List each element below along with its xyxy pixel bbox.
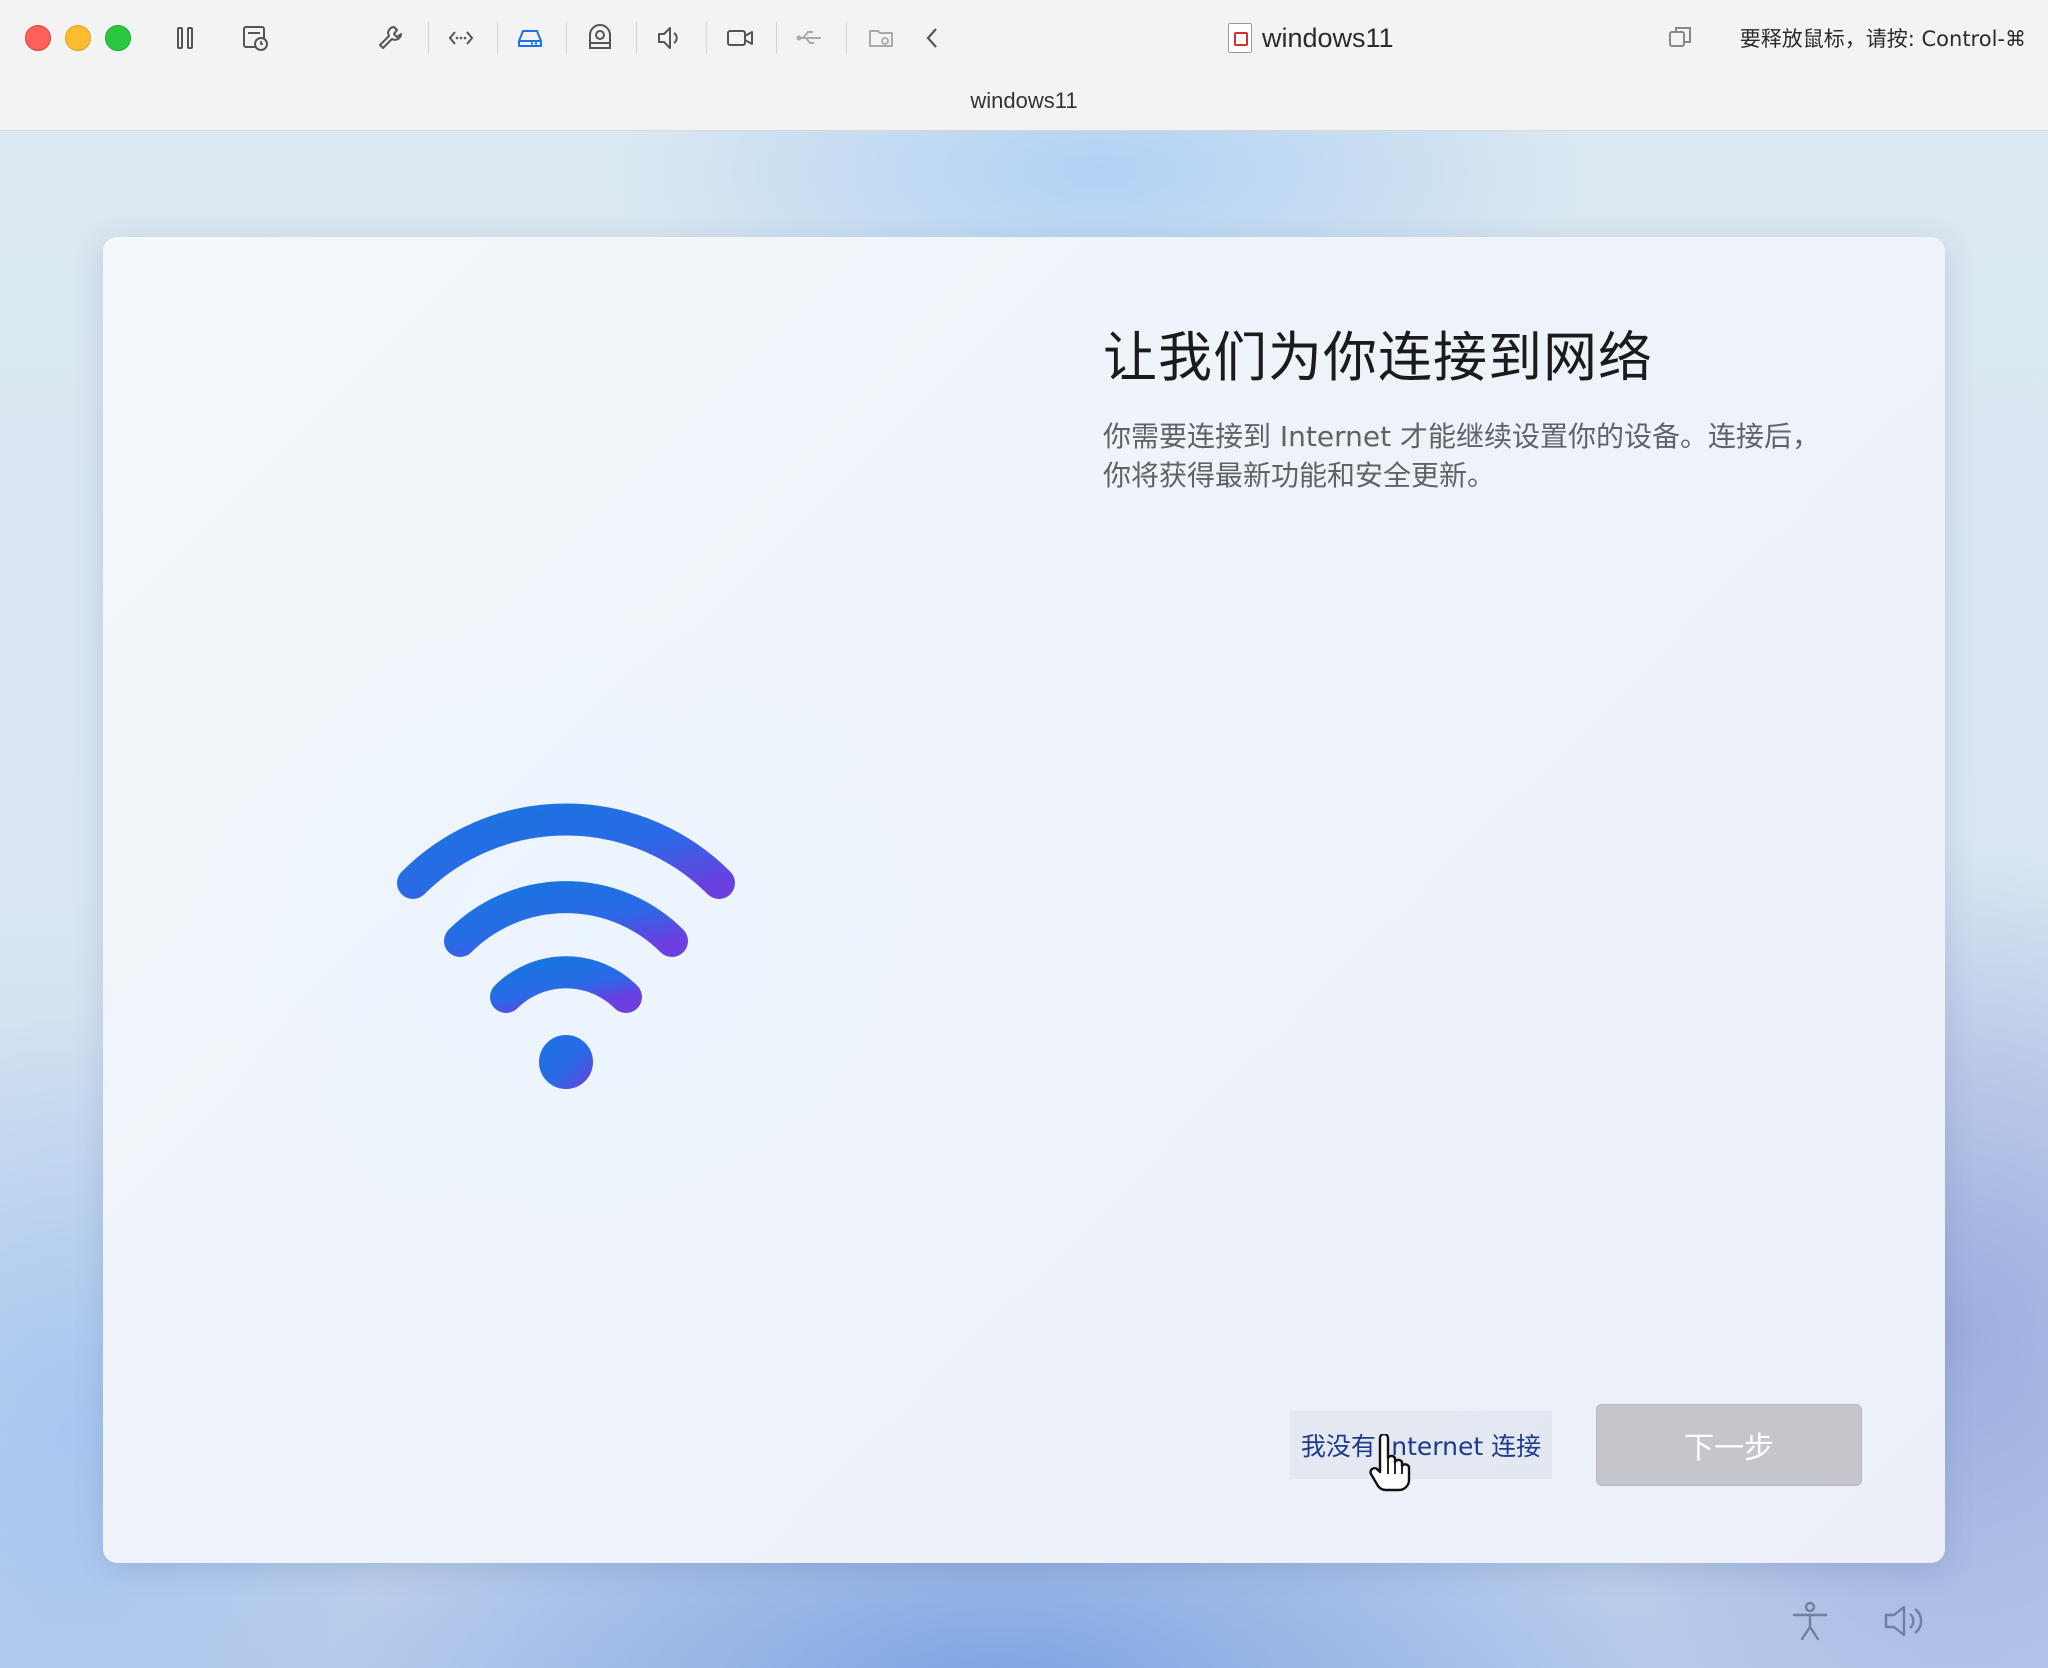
window-copy-icon[interactable]	[1666, 24, 1694, 52]
chevron-left-icon[interactable]	[913, 18, 953, 58]
accessibility-icon[interactable]	[1788, 1599, 1832, 1643]
document-icon	[1228, 23, 1252, 53]
toolbar-separator	[776, 22, 777, 54]
window-title: windows11	[1228, 18, 1394, 58]
toolbar-separator	[566, 22, 567, 54]
vm-screen[interactable]: 让我们为你连接到网络 你需要连接到 Internet 才能继续设置你的设备。连接…	[0, 131, 2048, 1668]
oobe-dialog: 让我们为你连接到网络 你需要连接到 Internet 才能继续设置你的设备。连接…	[103, 237, 1945, 1563]
toolbar-separator	[497, 22, 498, 54]
titlebar: windows11 要释放鼠标，请按: Control-⌘ windows11	[0, 0, 2048, 131]
toolbar-separator	[706, 22, 707, 54]
settings-wrench-icon[interactable]	[370, 18, 410, 58]
close-window-button[interactable]	[25, 25, 51, 51]
pause-icon[interactable]	[165, 18, 205, 58]
tab-title: windows11	[970, 88, 1078, 113]
network-icon[interactable]	[441, 18, 481, 58]
volume-icon[interactable]	[1882, 1599, 1926, 1643]
shared-folder-icon[interactable]	[862, 18, 902, 58]
release-mouse-hint: 要释放鼠标，请按: Control-⌘	[1739, 27, 2026, 51]
usb-icon[interactable]	[790, 18, 830, 58]
page-description: 你需要连接到 Internet 才能继续设置你的设备。连接后，你将获得最新功能和…	[1103, 420, 1820, 492]
video-camera-icon[interactable]	[720, 18, 760, 58]
toolbar-separator	[428, 22, 429, 54]
no-internet-button[interactable]: 我没有 Internet 连接	[1290, 1411, 1552, 1479]
toolbar-separator	[846, 22, 847, 54]
hand-cursor-icon	[1369, 1434, 1411, 1492]
minimize-window-button[interactable]	[65, 25, 91, 51]
next-button[interactable]: 下一步	[1596, 1404, 1862, 1486]
page-title: 让我们为你连接到网络	[1103, 326, 1653, 389]
wifi-icon	[397, 803, 735, 1089]
vm-window: windows11 要释放鼠标，请按: Control-⌘ windows11 …	[0, 0, 2048, 1668]
window-title-text: windows11	[1262, 22, 1394, 53]
toolbar-separator	[636, 22, 637, 54]
sound-icon[interactable]	[649, 18, 689, 58]
hard-disk-icon[interactable]	[510, 18, 550, 58]
snapshot-icon[interactable]	[235, 18, 275, 58]
camera-device-icon[interactable]	[580, 18, 620, 58]
fullscreen-window-button[interactable]	[105, 25, 131, 51]
